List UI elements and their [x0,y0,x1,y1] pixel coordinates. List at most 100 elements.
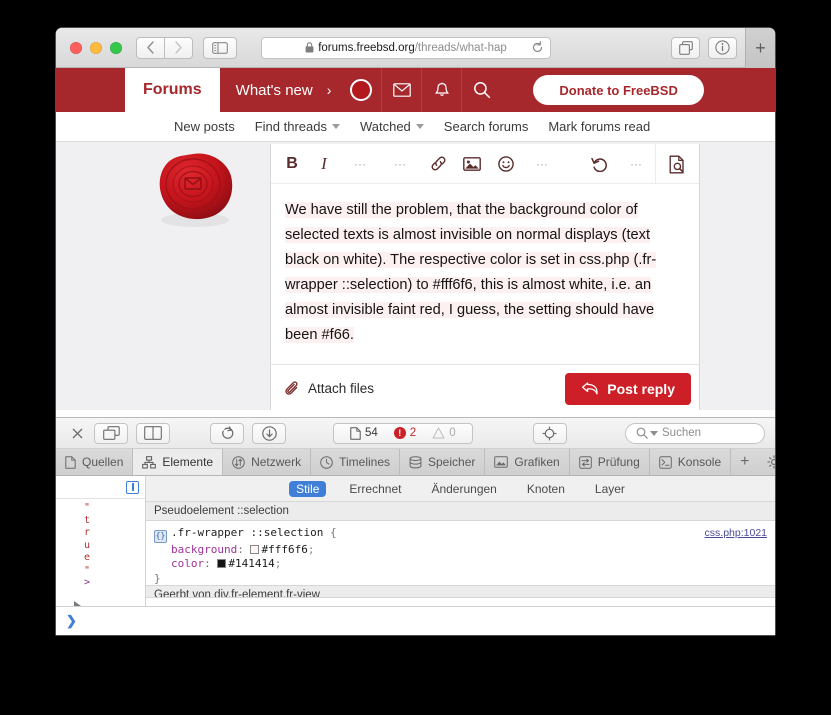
site-subnav: New posts Find threads Watched Search fo… [56,112,775,142]
search-scope-chevron-icon[interactable] [650,430,658,436]
subnav-item-search-forums[interactable]: Search forums [444,119,529,134]
selected-node-icon[interactable] [126,480,139,494]
editor-footer: Attach files Post reply [271,364,699,410]
dom-line: " [84,564,91,576]
reload-page-button[interactable] [210,422,244,444]
error-count[interactable]: ! 2 [388,427,422,439]
more-options-button[interactable]: · · · [531,151,553,177]
back-button[interactable] [136,36,165,59]
sidebar-toggle-button[interactable] [203,36,237,59]
rule-group-header: Pseudoelement ::selection [146,502,775,521]
preview-button[interactable] [655,144,699,184]
post-body-text[interactable]: We have still the problem, that the back… [271,184,699,364]
console-prompt[interactable]: ❯ [56,606,775,635]
chevron-down-icon [331,124,340,129]
styles-subtab-errechnet[interactable]: Errechnet [342,481,408,497]
devtools-counts: 54 ! 2 0 [333,422,473,444]
user-avatar-icon[interactable] [341,68,381,112]
emoji-button[interactable] [495,151,517,177]
rule-toggle-icon[interactable]: {} [154,529,167,543]
dock-side-button[interactable] [136,422,170,444]
tab-konsole[interactable]: Konsole [650,449,732,475]
css-declaration[interactable]: background: #fff6f6; [154,543,767,558]
undo-button[interactable] [589,151,611,177]
nav-more-chevron-icon[interactable]: › [327,68,342,112]
css-declaration[interactable]: color: #141414; [154,557,767,572]
tab-timelines[interactable]: Timelines [311,449,400,475]
add-devtools-tab-button[interactable]: + [731,449,758,475]
new-tab-label: + [755,37,766,58]
envelope-icon [393,83,411,97]
italic-button[interactable]: I [313,151,335,177]
image-icon [463,156,481,171]
tab-overview-button[interactable] [671,36,700,59]
warning-count[interactable]: 0 [426,427,461,439]
subnav-item-mark-forums-read[interactable]: Mark forums read [548,119,650,134]
dom-tree-lines: " t r u e " > [56,499,145,590]
rule-origin-link[interactable]: css.php:1021 [705,526,767,541]
search-icon [636,427,648,439]
undo-icon [591,157,607,172]
nav-item-whats-new[interactable]: What's new [220,68,327,112]
attach-files-button[interactable]: Attach files [285,380,375,397]
bold-button[interactable]: B [281,151,303,177]
nav-item-forums[interactable]: Forums [125,68,220,112]
inspect-element-button[interactable] [532,422,567,444]
emoji-icon [498,155,514,172]
link-button[interactable] [427,151,449,177]
tab-speicher[interactable]: Speicher [400,449,486,475]
elements-grid-icon [142,455,157,468]
css-property-name[interactable]: background [171,543,237,556]
styles-subtab-stile[interactable]: Stile [289,480,327,497]
inbox-button[interactable] [381,68,421,112]
new-tab-button[interactable]: + [745,28,775,68]
more-insert-button[interactable]: · · · [389,151,411,177]
url-bar[interactable]: forums.freebsd.org/threads/what-hap [261,36,551,59]
tab-pruefung[interactable]: Prüfung [570,449,650,475]
tab-netzwerk[interactable]: Netzwerk [223,449,312,475]
subnav-item-watched[interactable]: Watched [360,119,424,134]
subnav-item-find-threads[interactable]: Find threads [255,119,340,134]
maximize-window-button[interactable] [110,41,122,54]
resource-count[interactable]: 54 [344,426,384,440]
tab-elemente[interactable]: Elemente [133,449,224,475]
css-property-value[interactable]: #141414 [228,557,274,570]
more-history-button[interactable]: · · · [625,151,647,177]
attach-files-label: Attach files [308,381,375,396]
devtools-close-button[interactable] [66,428,88,439]
devtools-search-input[interactable]: Suchen [625,422,765,444]
styles-subtab-layer[interactable]: Layer [588,481,632,497]
alerts-button[interactable] [421,68,461,112]
warning-triangle-icon [432,427,445,439]
info-icon [715,40,730,55]
devtools-settings-button[interactable] [758,449,775,475]
styles-subtab-aenderungen[interactable]: Änderungen [424,481,503,497]
reload-button[interactable] [531,41,544,54]
tab-grafiken[interactable]: Grafiken [485,449,570,475]
tab-quellen[interactable]: Quellen [56,449,134,475]
css-property-name[interactable]: color [171,557,204,570]
dock-separate-window-button[interactable] [94,422,128,444]
image-button[interactable] [461,151,483,177]
color-swatch[interactable] [217,559,227,569]
styles-subtab-knoten[interactable]: Knoten [520,481,572,497]
tab-overview-icon [678,40,693,55]
subnav-item-new-posts[interactable]: New posts [174,119,235,134]
info-button[interactable] [708,36,737,59]
search-icon [473,82,491,99]
search-button[interactable] [461,68,501,112]
document-icon [350,426,361,440]
css-rule[interactable]: css.php:1021 {} .fr-wrapper ::selection {… [146,521,775,594]
minimize-window-button[interactable] [90,41,102,54]
download-button[interactable] [252,422,286,444]
dom-line: r [84,527,91,538]
css-property-value[interactable]: #fff6f6 [261,543,307,556]
forward-button[interactable] [164,36,193,59]
post-reply-button[interactable]: Post reply [565,372,691,405]
color-swatch[interactable] [250,544,260,554]
rule-selector[interactable]: .fr-wrapper ::selection [171,526,323,539]
close-window-button[interactable] [70,41,82,54]
more-format-button[interactable]: · · · [349,151,371,177]
donate-button[interactable]: Donate to FreeBSD [533,75,704,105]
gear-icon [767,455,775,469]
